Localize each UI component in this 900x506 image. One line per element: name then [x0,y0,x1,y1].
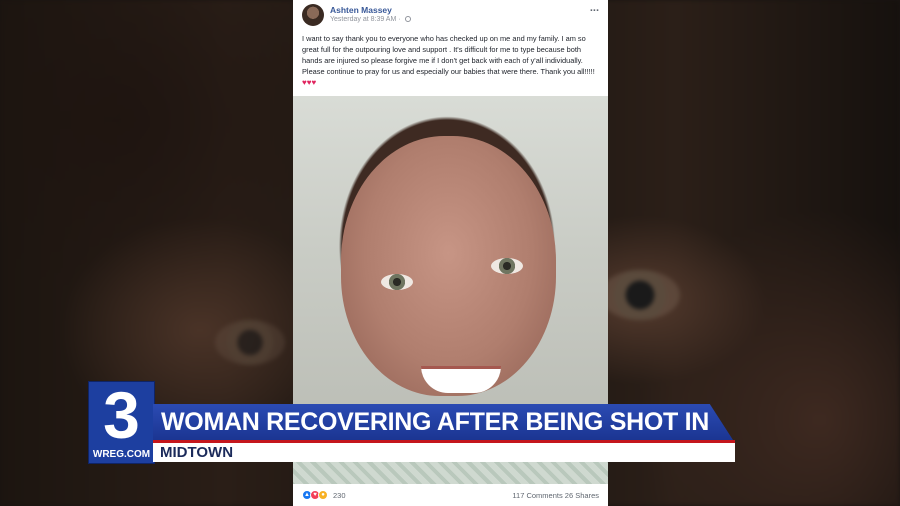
reaction-count[interactable]: 230 [333,491,346,500]
comments-shares-count[interactable]: 117 Comments 26 Shares [512,491,599,500]
location-bar: MIDTOWN [153,443,735,462]
background-eye [215,320,285,365]
post-author[interactable]: Ashten Massey [330,5,392,15]
location-text: MIDTOWN [160,444,234,461]
post-timestamp: Yesterday at 8:39 AM · [330,16,411,23]
photo-right-eye [491,258,523,274]
avatar[interactable] [302,4,324,26]
background-eye [600,270,680,320]
photo-face [341,136,556,396]
post-footer: ▲ ♥ ● 230 117 Comments 26 Shares [293,484,608,506]
post-text: I want to say thank you to everyone who … [302,33,602,88]
sad-reaction-icon[interactable]: ● [318,490,328,500]
headline-bar: WOMAN RECOVERING AFTER BEING SHOT IN TRA… [153,404,733,440]
more-options-icon[interactable]: ... [590,2,599,14]
station-logo: 3 WREG.COM [88,381,155,464]
post-header: Ashten Massey Yesterday at 8:39 AM · ... [293,0,608,30]
hearts-emoji: ♥♥♥ [302,78,317,87]
station-url: WREG.COM [92,449,151,460]
photo-left-eye [381,274,413,290]
timestamp-text: Yesterday at 8:39 AM · [330,16,403,23]
globe-icon [404,16,411,23]
post-body: I want to say thank you to everyone who … [302,34,595,76]
channel-number: 3 [103,378,140,452]
